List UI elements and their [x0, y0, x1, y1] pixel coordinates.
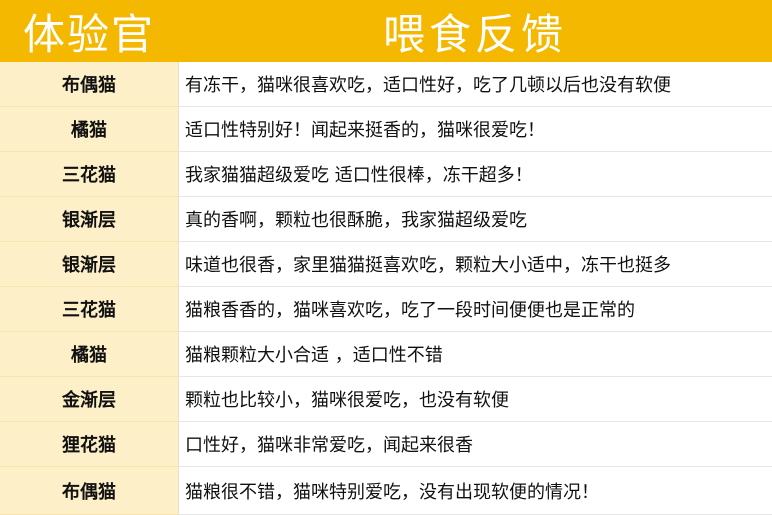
header-tester: 体验官: [22, 9, 155, 59]
table-row: 银渐层 真的香啊，颗粒也很酥脆，我家猫超级爱吃: [0, 197, 772, 242]
feedback-text: 真的香啊，颗粒也很酥脆，我家猫超级爱吃: [178, 197, 772, 242]
feedback-table: 体验官 喂食反馈 布偶猫 有冻干，猫咪很喜欢吃，适口性好，吃了几顿以后也没有软便…: [0, 0, 772, 515]
feedback-text: 猫粮颗粒大小合适 ，适口性不错: [178, 332, 772, 377]
header-feedback: 喂食反馈: [382, 9, 567, 59]
tester-name: 银渐层: [0, 197, 178, 242]
table-row: 金渐层 颗粒也比较小，猫咪很爱吃，也没有软便: [0, 377, 772, 422]
table-row: 布偶猫 猫粮很不错，猫咪特别爱吃，没有出现软便的情况！: [0, 467, 772, 515]
table-row: 银渐层 味道也很香，家里猫猫挺喜欢吃，颗粒大小适中，冻干也挺多: [0, 242, 772, 287]
tester-name: 三花猫: [0, 152, 178, 197]
feedback-text: 我家猫猫超级爱吃 适口性很棒，冻干超多！: [178, 152, 772, 197]
table-row: 三花猫 我家猫猫超级爱吃 适口性很棒，冻干超多！: [0, 152, 772, 197]
table-body: 布偶猫 有冻干，猫咪很喜欢吃，适口性好，吃了几顿以后也没有软便 橘猫 适口性特别…: [0, 62, 772, 515]
feedback-text: 口性好，猫咪非常爱吃，闻起来很香: [178, 422, 772, 467]
table-header: 体验官 喂食反馈: [0, 0, 772, 62]
tester-name: 布偶猫: [0, 62, 178, 107]
tester-name: 布偶猫: [0, 467, 178, 515]
tester-name: 狸花猫: [0, 422, 178, 467]
feedback-text: 适口性特别好！闻起来挺香的，猫咪很爱吃！: [178, 107, 772, 152]
table-row: 橘猫 猫粮颗粒大小合适 ，适口性不错: [0, 332, 772, 377]
feedback-text: 颗粒也比较小，猫咪很爱吃，也没有软便: [178, 377, 772, 422]
tester-name: 三花猫: [0, 287, 178, 332]
table-row: 布偶猫 有冻干，猫咪很喜欢吃，适口性好，吃了几顿以后也没有软便: [0, 62, 772, 107]
feedback-text: 猫粮很不错，猫咪特别爱吃，没有出现软便的情况！: [178, 467, 772, 515]
table-row: 三花猫 猫粮香香的，猫咪喜欢吃，吃了一段时间便便也是正常的: [0, 287, 772, 332]
feedback-text: 猫粮香香的，猫咪喜欢吃，吃了一段时间便便也是正常的: [178, 287, 772, 332]
tester-name: 金渐层: [0, 377, 178, 422]
feedback-text: 有冻干，猫咪很喜欢吃，适口性好，吃了几顿以后也没有软便: [178, 62, 772, 107]
table-row: 狸花猫 口性好，猫咪非常爱吃，闻起来很香: [0, 422, 772, 467]
tester-name: 银渐层: [0, 242, 178, 287]
tester-name: 橘猫: [0, 107, 178, 152]
tester-name: 橘猫: [0, 332, 178, 377]
feedback-text: 味道也很香，家里猫猫挺喜欢吃，颗粒大小适中，冻干也挺多: [178, 242, 772, 287]
table-row: 橘猫 适口性特别好！闻起来挺香的，猫咪很爱吃！: [0, 107, 772, 152]
